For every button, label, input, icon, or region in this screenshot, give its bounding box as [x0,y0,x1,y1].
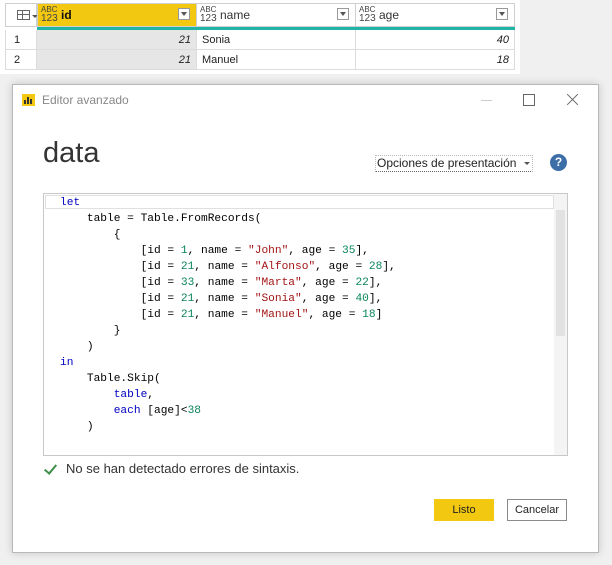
power-bi-logo-icon [22,94,35,106]
syntax-status: No se han detectado errores de sintaxis. [43,461,299,476]
display-options-dropdown[interactable]: Opciones de presentación [375,155,534,172]
filter-dropdown-icon[interactable] [496,8,508,20]
column-header-label: name [220,8,251,22]
row-number[interactable]: 2 [5,50,37,70]
column-header-label: age [379,8,400,22]
help-icon[interactable]: ? [550,154,567,171]
dialog-titlebar[interactable]: Editor avanzado [13,85,598,115]
column-header-name[interactable]: ABC 123 name [196,3,356,27]
close-button[interactable] [550,85,594,115]
data-grid: ABC 123 id ABC 123 name ABC 123 age 1 21… [0,0,520,74]
code-line: table, [113,389,155,401]
code-line: [id = 21, name = "Manuel", age = 18] [60,309,383,321]
cell-age[interactable]: 40 [356,30,515,50]
code-text[interactable]: let table = Table.FromRecords( { [id = 1… [60,195,396,435]
column-header-label: id [61,8,72,22]
vertical-scrollbar[interactable] [554,194,567,455]
cell-id[interactable]: 21 [37,30,197,50]
cell-age[interactable]: 18 [356,50,515,70]
advanced-editor-dialog: Editor avanzado data Opciones de present… [12,84,599,553]
code-line: { [60,229,121,241]
table-menu-button[interactable] [5,3,38,27]
row-number[interactable]: 1 [5,30,37,50]
filter-dropdown-icon[interactable] [178,8,190,20]
table-icon [17,10,30,20]
code-line: ) [60,421,94,433]
cell-id[interactable]: 21 [37,50,197,70]
chevron-down-icon [524,162,531,166]
column-header-age[interactable]: ABC 123 age [355,3,515,27]
any-type-icon[interactable]: ABC 123 [359,6,376,24]
status-text: No se han detectado errores de sintaxis. [66,461,300,476]
minimize-button[interactable] [465,85,509,115]
code-line: [id = 21, name = "Alfonso", age = 28], [60,261,396,273]
query-name: data [43,137,100,169]
cell-name[interactable]: Manuel [197,50,356,70]
code-line: in [60,357,74,369]
any-type-icon[interactable]: ABC 123 [200,6,217,24]
code-line: [id = 21, name = "Sonia", age = 40], [60,293,383,305]
cell-name[interactable]: Sonia [197,30,356,50]
any-type-icon[interactable]: ABC 123 [41,6,58,24]
scrollbar-thumb[interactable] [556,210,565,336]
filter-dropdown-icon[interactable] [337,8,349,20]
code-line: let [60,197,81,209]
code-line: ) [60,341,94,353]
code-line: [id = 1, name = "John", age = 35], [60,245,369,257]
code-line: Table.Skip( [60,373,161,385]
column-header-id[interactable]: ABC 123 id [37,3,197,27]
display-options-label: Opciones de presentación [377,156,517,170]
code-line: [id = 33, name = "Marta", age = 22], [60,277,383,289]
code-editor[interactable]: let table = Table.FromRecords( { [id = 1… [43,193,568,456]
code-line: table = Table.FromRecords( [60,213,262,225]
table-row: 2 21 Manuel 18 [5,50,515,70]
checkmark-icon [43,462,57,476]
cancel-button[interactable]: Cancelar [507,499,567,521]
code-line: } [60,325,121,337]
maximize-button[interactable] [506,85,550,115]
done-button[interactable]: Listo [434,499,494,521]
dialog-title: Editor avanzado [42,93,129,107]
table-row: 1 21 Sonia 40 [5,30,515,50]
code-line: each [age]<38 [113,405,202,417]
